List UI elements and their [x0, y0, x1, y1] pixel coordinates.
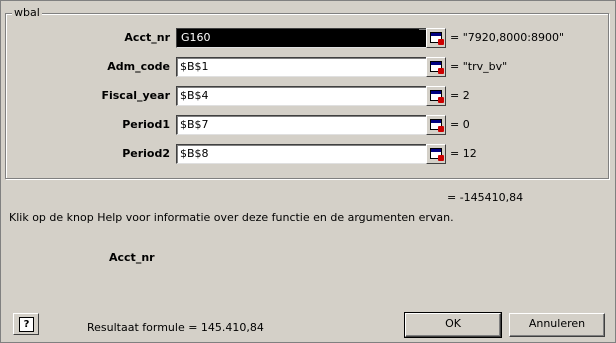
collapse-dialog-icon [430, 119, 444, 132]
acct-nr-input[interactable]: G160 [176, 28, 444, 48]
arg-row-acct-nr: Acct_nr G160 = "7920,8000:8900" [6, 28, 608, 48]
arg-label: Acct_nr [124, 31, 170, 44]
arg-row-period1: Period1 $B$7 = 0 [6, 115, 608, 135]
arg-result: = "7920,8000:8900" [450, 31, 565, 44]
arg-result: = 0 [450, 118, 470, 131]
period2-input[interactable]: $B$8 [176, 144, 444, 164]
arg-label: Adm_code [107, 60, 170, 73]
cancel-button[interactable]: Annuleren [509, 313, 605, 337]
formula-result: = -145410,84 [447, 191, 524, 204]
collapse-dialog-button[interactable] [426, 115, 446, 135]
acct-nr-value: G160 [180, 31, 212, 44]
fiscal-year-input[interactable]: $B$4 [176, 86, 444, 106]
collapse-dialog-button[interactable] [426, 28, 446, 48]
collapse-dialog-button[interactable] [426, 86, 446, 106]
arg-label: Period1 [122, 118, 170, 131]
adm-code-input[interactable]: $B$1 [176, 57, 444, 77]
collapse-dialog-button[interactable] [426, 144, 446, 164]
groupbox-title: wbal [12, 6, 42, 19]
arg-result: = 2 [450, 89, 470, 102]
selection-highlight [177, 29, 419, 47]
formula-result-line: Resultaat formule = 145.410,84 [87, 321, 264, 334]
collapse-dialog-icon [430, 32, 444, 45]
period1-input[interactable]: $B$7 [176, 115, 444, 135]
arg-result: = "trv_bv" [450, 60, 508, 73]
arg-row-fiscal-year: Fiscal_year $B$4 = 2 [6, 86, 608, 106]
collapse-dialog-icon [430, 90, 444, 103]
arg-row-adm-code: Adm_code $B$1 = "trv_bv" [6, 57, 608, 77]
arg-result: = 12 [450, 147, 477, 160]
function-description: Klik op de knop Help voor informatie ove… [9, 211, 454, 224]
collapse-dialog-icon [430, 61, 444, 74]
collapse-dialog-button[interactable] [426, 57, 446, 77]
arg-label: Fiscal_year [101, 89, 170, 102]
help-icon: ? [19, 317, 34, 332]
current-argument-name: Acct_nr [109, 251, 155, 264]
arguments-groupbox: wbal Acct_nr G160 = "7920,8000:8900" Adm… [5, 6, 609, 179]
collapse-dialog-icon [430, 148, 444, 161]
arg-row-period2: Period2 $B$8 = 12 [6, 144, 608, 164]
function-arguments-dialog: wbal Acct_nr G160 = "7920,8000:8900" Adm… [0, 0, 616, 343]
ok-button[interactable]: OK [404, 312, 502, 338]
arg-label: Period2 [122, 147, 170, 160]
help-button[interactable]: ? [13, 313, 39, 335]
